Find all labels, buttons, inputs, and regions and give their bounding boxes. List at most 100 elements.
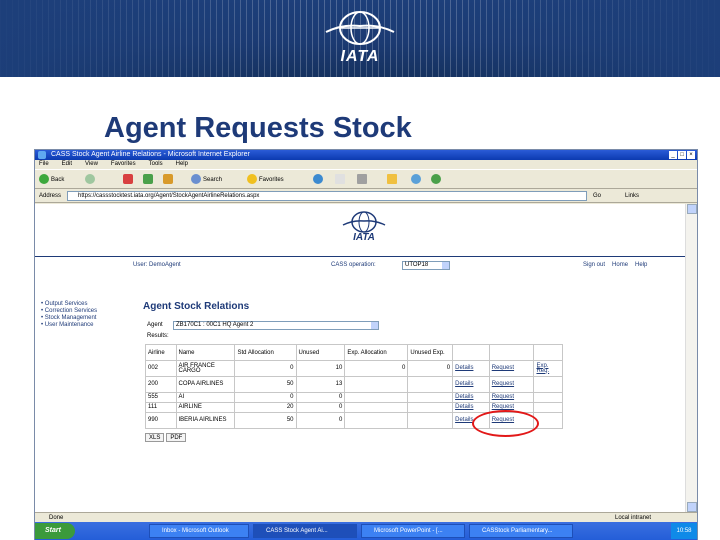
request-highlight-circle [472,410,539,437]
operation-select[interactable]: UTOP18 [402,261,450,270]
close-icon[interactable]: × [687,151,695,159]
scroll-up-icon[interactable] [687,204,697,214]
window-title: CASS Stock Agent Airline Relations - Mic… [51,151,250,158]
user-label: User: DemoAgent [133,262,181,268]
menu-favorites[interactable]: Favorites [111,160,136,169]
xls-button[interactable]: XLS [145,433,165,442]
request-link[interactable]: Request [488,360,535,377]
cell-std-allocation: 0 [234,360,297,377]
mail-icon [335,174,345,185]
col-std-allocation: Std Allocation [234,344,297,361]
pdf-button[interactable]: PDF [166,433,187,442]
request-link[interactable]: Request [488,392,535,403]
ie-icon [38,151,46,159]
mail-button[interactable] [335,174,347,186]
forward-button[interactable] [85,174,97,186]
home-link[interactable]: Home [612,262,628,268]
cell-std-allocation: 20 [234,402,297,413]
links-button[interactable]: Links [625,191,639,201]
details-link[interactable]: Details [452,376,490,393]
exp-request-link[interactable]: Exp. Req. [533,360,563,377]
menu-view[interactable]: View [85,160,98,169]
folder-icon [387,174,397,185]
cell-name: AIR FRANCE CARGO [175,360,236,377]
folder-button[interactable] [387,174,399,186]
details-link[interactable]: Details [452,402,490,413]
favorites-star-icon [247,174,257,185]
slide: IATA Agent Requests Stock CASS Stock Age… [0,0,720,540]
home-button[interactable] [163,174,175,186]
cell-exp-allocation [344,392,409,403]
back-button[interactable]: Back [39,174,64,186]
cell-exp-allocation: 0 [344,360,409,377]
cell-exp-allocation [344,402,409,413]
cell-airline: 555 [145,392,177,403]
history-button[interactable] [313,174,325,186]
task-cass-stock[interactable]: CASS Stock Agent Ai... [253,524,357,538]
cell-exp-request [533,402,563,413]
maximize-icon[interactable]: □ [678,151,686,159]
refresh-button[interactable] [143,174,155,186]
cell-unused-exp [407,376,454,393]
messenger-button[interactable] [411,174,423,186]
print-icon [357,174,367,185]
minimize-icon[interactable]: _ [669,151,677,159]
side-menu-stock-management[interactable]: Stock Management [41,315,97,322]
page-viewport: IATA User: DemoAgent CASS operation: UTO… [35,204,685,512]
side-menu-output-services[interactable]: Output Services [41,301,97,308]
side-menu-correction-services[interactable]: Correction Services [41,308,97,315]
print-button[interactable] [357,174,369,186]
agent-select[interactable]: ZB170C1 : 00C1 HQ Agent 2 [173,321,379,330]
col-exp-allocation: Exp. Allocation [344,344,409,361]
help-link[interactable]: Help [635,262,647,268]
cell-unused: 10 [295,360,346,377]
vertical-scrollbar[interactable] [685,204,697,512]
history-icon [313,174,323,185]
cell-unused: 0 [295,392,346,403]
menu-help[interactable]: Help [176,160,188,169]
side-menu-user-maintenance[interactable]: User Maintenance [41,322,97,329]
search-button[interactable]: Search [191,174,222,186]
table-row: 555 AI 0 0 Details Request [145,392,563,403]
task-powerpoint[interactable]: Microsoft PowerPoint - [... [361,524,465,538]
discuss-button[interactable] [431,174,443,186]
menu-tools[interactable]: Tools [149,160,163,169]
go-button[interactable]: Go [593,191,601,201]
menu-file[interactable]: File [39,160,49,169]
operation-label: CASS operation: [331,262,376,268]
scroll-down-icon[interactable] [687,502,697,512]
table-header-row: Airline Name Std Allocation Unused Exp. … [145,344,563,361]
stop-button[interactable] [123,174,135,186]
menu-edit[interactable]: Edit [62,160,72,169]
favorites-button[interactable]: Favorites [247,174,284,186]
request-link[interactable]: Request [488,376,535,393]
col-airline: Airline [145,344,177,361]
sign-out-link[interactable]: Sign out [583,262,605,268]
window-controls: _ □ × [669,151,695,159]
details-link[interactable]: Details [452,360,490,377]
cell-exp-request [533,392,563,403]
forward-arrow-icon [85,174,95,185]
task-outlook[interactable]: Inbox - Microsoft Outlook [149,524,249,538]
cell-exp-allocation [344,376,409,393]
details-link[interactable]: Details [452,392,490,403]
messenger-icon [411,174,421,185]
cell-unused: 13 [295,376,346,393]
table-row: 200 COPA AIRLINES 50 13 Details Request [145,376,563,393]
clock: 10:58 [671,523,697,539]
cell-unused-exp [407,402,454,413]
refresh-icon [143,174,153,185]
menu-bar: File Edit View Favorites Tools Help [35,160,697,169]
start-button[interactable]: Start [35,523,75,539]
table-row: 002 AIR FRANCE CARGO 0 10 0 0 Details Re… [145,360,563,377]
cell-airline: 002 [145,360,177,377]
task-casstock[interactable]: CASStock Parliamentary... [469,524,573,538]
cell-name: AI [175,392,236,403]
col-unused-exp: Unused Exp. [407,344,454,361]
address-input[interactable]: https://cassstocktest.iata.org/Agent/Sto… [67,191,587,201]
address-bar: Address https://cassstocktest.iata.org/A… [35,189,697,203]
discuss-icon [431,174,441,185]
cell-std-allocation: 50 [234,376,297,393]
cell-exp-request [533,376,563,393]
header-divider [35,256,685,257]
